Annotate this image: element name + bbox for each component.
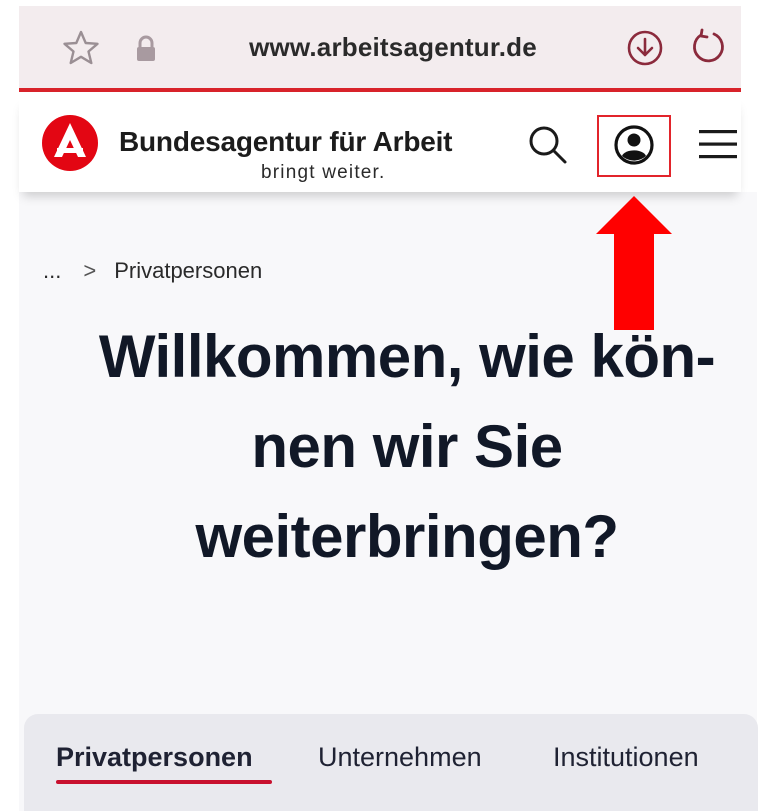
- search-icon[interactable]: [523, 120, 573, 170]
- brand-name[interactable]: Bundesagentur für Arbeit: [119, 126, 452, 158]
- lock-icon: [131, 32, 161, 66]
- star-icon[interactable]: [59, 26, 103, 70]
- account-icon[interactable]: [611, 122, 657, 168]
- tab-privatpersonen[interactable]: Privatpersonen: [56, 742, 253, 773]
- tab-institutionen[interactable]: Institutionen: [553, 742, 699, 773]
- url-field[interactable]: www.arbeitsagentur.de: [233, 32, 553, 63]
- breadcrumb: ... > Privatpersonen: [43, 258, 262, 284]
- annotation-arrow-icon: [596, 196, 672, 330]
- audience-tabs: Privatpersonen Unternehmen Institutionen: [24, 714, 758, 811]
- reload-icon[interactable]: [685, 24, 731, 70]
- ba-logo-icon[interactable]: [41, 114, 99, 172]
- site-header: Bundesagentur für Arbeit bringt weiter.: [19, 96, 741, 192]
- chevron-right-icon: >: [83, 258, 97, 283]
- brand-tagline: bringt weiter.: [261, 162, 386, 183]
- breadcrumb-ellipsis[interactable]: ...: [43, 258, 61, 284]
- page-title-line-2: nen wir Sie: [251, 413, 563, 480]
- tab-unternehmen[interactable]: Unternehmen: [318, 742, 482, 773]
- page-title-line-3: weiterbringen?: [195, 503, 619, 570]
- page-title: Willkommen, wie kön- nen wir Sie weiterb…: [39, 312, 769, 582]
- active-tab-indicator: [56, 780, 272, 784]
- menu-icon[interactable]: [695, 124, 741, 164]
- breadcrumb-current[interactable]: Privatpersonen: [114, 258, 262, 284]
- browser-address-bar: www.arbeitsagentur.de: [19, 6, 741, 92]
- download-icon[interactable]: [623, 26, 667, 70]
